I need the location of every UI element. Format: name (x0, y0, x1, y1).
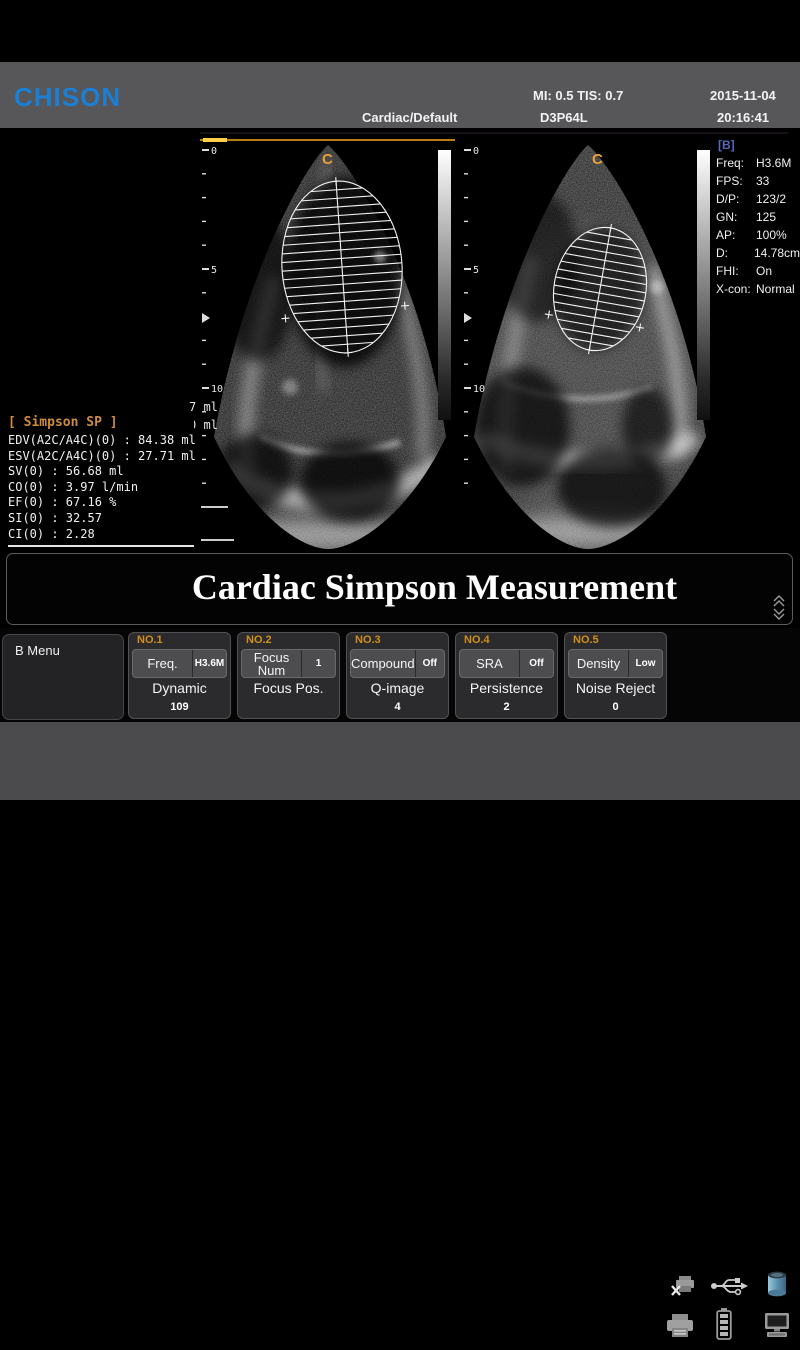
scroll-down-icon[interactable] (772, 608, 786, 620)
persistence-button[interactable]: Persistence (456, 680, 557, 696)
ruler-label-10: 10 (473, 384, 485, 395)
exam-preset: Cardiac/Default (362, 110, 457, 125)
b-menu-label: B Menu (15, 643, 60, 658)
measurement-row-si: SI(0) : 32.57 (8, 511, 194, 527)
orientation-marker: C (592, 151, 603, 168)
mode-indicator: [B] (718, 138, 800, 152)
trace-volume-label: 7 ml (189, 400, 218, 414)
footer-band (0, 722, 800, 800)
q-image-value[interactable]: 4 (347, 701, 448, 713)
usb-icon (710, 1276, 748, 1296)
measurement-results-panel: [ Simpson SP ] EDV(A2C/A4C)(0) : 84.38 m… (8, 415, 194, 547)
ruler-label-10: 10 (211, 384, 223, 395)
group-number: NO.5 (573, 634, 599, 646)
noise-reject-value[interactable]: 0 (565, 701, 666, 713)
freq-value: H3.6M (192, 650, 226, 677)
group-number: NO.2 (246, 634, 272, 646)
group-number: NO.3 (355, 634, 381, 646)
grayscale-bar (697, 150, 710, 420)
menu-group-2: NO.2 Focus Num 1 Focus Pos. (237, 632, 340, 719)
q-image-button[interactable]: Q-image (347, 680, 448, 696)
mi-tis-readout: MI: 0.5 TIS: 0.7 (533, 88, 623, 103)
focus-num-button[interactable]: Focus Num 1 (241, 649, 336, 678)
ruler-label-5: 5 (473, 265, 479, 276)
sra-button[interactable]: SRA Off (459, 649, 554, 678)
param-freq: Freq:H3.6M (716, 154, 800, 172)
param-fps: FPS:33 (716, 172, 800, 190)
system-time: 20:16:41 (717, 110, 769, 125)
header-bar: CHISON MI: 0.5 TIS: 0.7 2015-11-04 Cardi… (0, 62, 800, 128)
measurement-row-esv: ESV(A2C/A4C)(0) : 27.71 ml (8, 449, 194, 465)
soft-menu-bar: B Menu NO.1 Freq. H3.6M Dynamic 109 NO.2… (0, 628, 800, 722)
ruler-label-0: 0 (473, 146, 479, 157)
grayscale-bar (438, 150, 451, 420)
compound-button[interactable]: Compound Off (350, 649, 445, 678)
image-parameters-panel: [B] Freq:H3.6M FPS:33 D/P:123/2 GN:125 A… (716, 138, 800, 298)
computer-icon (762, 1312, 792, 1340)
focus-num-value: 1 (301, 650, 335, 677)
param-ap: AP:100% (716, 226, 800, 244)
status-icons (658, 1260, 800, 1350)
measurement-row-co: CO(0) : 3.97 l/min (8, 480, 194, 496)
density-button[interactable]: Density Low (568, 649, 663, 678)
compound-value: Off (415, 650, 444, 677)
menu-group-5: NO.5 Density Low Noise Reject 0 (564, 632, 667, 719)
page-title: Cardiac Simpson Measurement (7, 566, 792, 608)
param-xcon: X-con:Normal (716, 280, 800, 298)
echo-sector-right (462, 137, 715, 555)
ultrasound-image-right[interactable]: 0 5 10 C (462, 137, 715, 555)
param-depth: D:14.78cm (716, 244, 800, 262)
noise-reject-button[interactable]: Noise Reject (565, 680, 666, 696)
ruler-label-5: 5 (211, 265, 217, 276)
param-gn: GN:125 (716, 208, 800, 226)
menu-group-4: NO.4 SRA Off Persistence 2 (455, 632, 558, 719)
dynamic-value[interactable]: 109 (129, 701, 230, 713)
sra-value: Off (519, 650, 553, 677)
main-display: 0 5 10 C 0 5 10 (0, 128, 800, 628)
param-dp: D/P:123/2 (716, 190, 800, 208)
measurement-row-ci: CI(0) : 2.28 (8, 527, 194, 543)
density-value: Low (628, 650, 662, 677)
group-number: NO.4 (464, 634, 490, 646)
persistence-value[interactable]: 2 (456, 701, 557, 713)
system-date: 2015-11-04 (710, 88, 776, 103)
measurement-title-bar: Cardiac Simpson Measurement (6, 553, 793, 625)
orientation-marker: C (322, 151, 333, 168)
measurement-row-ef: EF(0) : 67.16 % (8, 495, 194, 511)
scan-width-line (200, 139, 455, 141)
battery-icon (716, 1308, 732, 1340)
brand-logo: CHISON (14, 82, 121, 113)
measurement-row-sv: SV(0) : 56.68 ml (8, 464, 194, 480)
focus-marker-icon (464, 313, 472, 323)
measurement-row-edv: EDV(A2C/A4C)(0) : 84.38 ml (8, 433, 194, 449)
dynamic-button[interactable]: Dynamic (129, 680, 230, 696)
measurement-title: [ Simpson SP ] (8, 415, 194, 430)
focus-marker-icon (202, 313, 210, 323)
probe-model: D3P64L (540, 110, 588, 125)
param-fhi: FHI:On (716, 262, 800, 280)
scroll-up-icon[interactable] (772, 595, 786, 607)
scan-width-handle (203, 138, 227, 142)
menu-group-3: NO.3 Compound Off Q-image 4 (346, 632, 449, 719)
divider (200, 132, 788, 134)
ruler-label-0: 0 (211, 146, 217, 157)
ultrasound-image-left[interactable]: 0 5 10 C (200, 137, 455, 555)
printer-off-icon (670, 1274, 698, 1298)
focus-pos-button[interactable]: Focus Pos. (238, 680, 339, 696)
menu-group-1: NO.1 Freq. H3.6M Dynamic 109 (128, 632, 231, 719)
freq-button[interactable]: Freq. H3.6M (132, 649, 227, 678)
database-icon (766, 1270, 788, 1298)
printer-icon (664, 1312, 696, 1340)
b-menu-panel[interactable]: B Menu (2, 634, 124, 720)
top-margin (0, 0, 800, 62)
group-number: NO.1 (137, 634, 163, 646)
